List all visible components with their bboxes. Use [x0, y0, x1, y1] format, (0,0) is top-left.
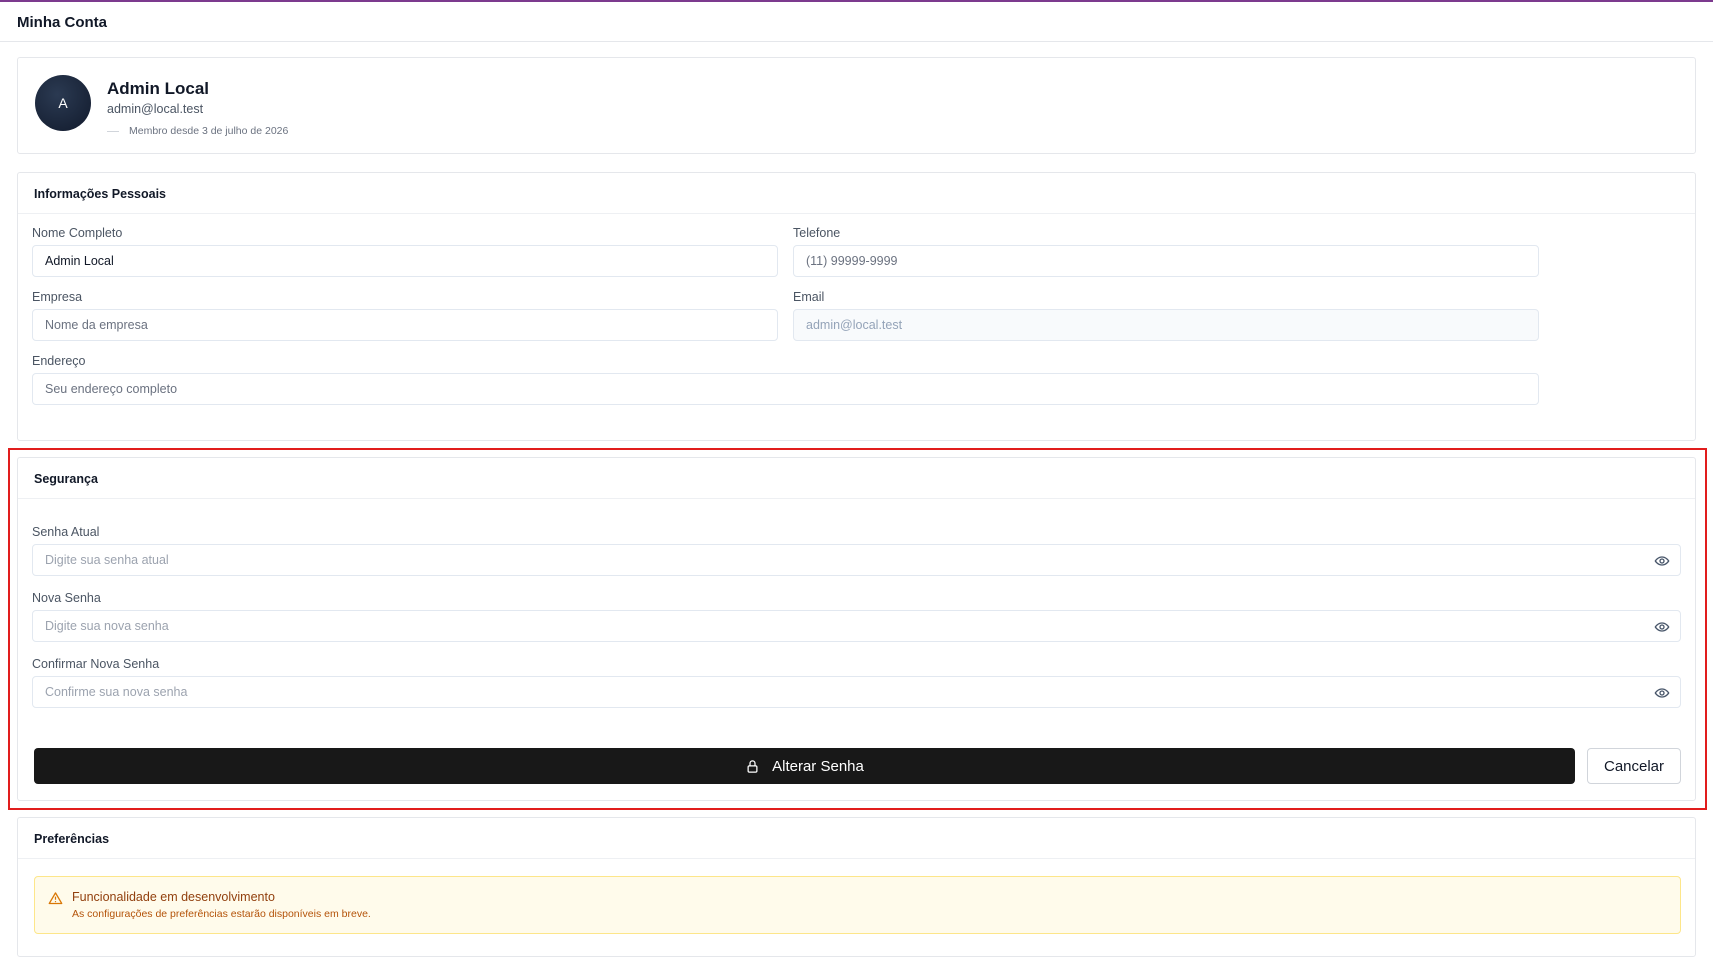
page-header: Minha Conta — [0, 2, 1713, 42]
preferences-card: Preferências Funcionalidade em desenvolv… — [17, 817, 1696, 957]
company-input[interactable]: Nome da empresa — [32, 309, 778, 341]
full-name-label: Nome Completo — [32, 226, 123, 240]
card-header: Segurança — [18, 458, 1695, 499]
alert-title: Funcionalidade em desenvolvimento — [72, 890, 275, 904]
member-since: Membro desde 3 de julho de 2026 — [107, 125, 288, 137]
security-card: Segurança Senha Atual Digite sua senha a… — [17, 457, 1696, 801]
new-password-label: Nova Senha — [32, 591, 101, 605]
avatar: A — [35, 75, 91, 131]
address-input[interactable]: Seu endereço completo — [32, 373, 1539, 405]
confirm-password-input[interactable]: Confirme sua nova senha — [32, 676, 1681, 708]
phone-placeholder: (11) 99999-9999 — [806, 254, 898, 268]
address-placeholder: Seu endereço completo — [45, 382, 178, 396]
company-placeholder: Nome da empresa — [45, 318, 148, 332]
preferences-title: Preferências — [34, 832, 110, 846]
personal-info-title: Informações Pessoais — [34, 187, 167, 201]
card-header: Preferências — [18, 818, 1695, 859]
confirm-password-placeholder: Confirme sua nova senha — [45, 685, 188, 699]
full-name-value: Admin Local — [45, 254, 114, 268]
divider — [107, 130, 119, 132]
profile-email: admin@local.test — [107, 102, 204, 116]
address-label: Endereço — [32, 354, 86, 368]
warning-triangle-icon — [48, 892, 63, 905]
current-password-input[interactable]: Digite sua senha atual — [32, 544, 1681, 576]
change-password-label: Alterar Senha — [772, 757, 864, 775]
eye-icon[interactable] — [1654, 553, 1670, 569]
new-password-placeholder: Digite sua nova senha — [45, 619, 169, 633]
member-since-text: Membro desde 3 de julho de 2026 — [129, 125, 289, 137]
phone-input[interactable]: (11) 99999-9999 — [793, 245, 1539, 277]
phone-label: Telefone — [793, 226, 841, 240]
security-title: Segurança — [34, 472, 98, 486]
new-password-input[interactable]: Digite sua nova senha — [32, 610, 1681, 642]
alert-text: As configurações de preferências estarão… — [72, 908, 371, 920]
eye-icon[interactable] — [1654, 685, 1670, 701]
change-password-button[interactable]: Alterar Senha — [34, 748, 1575, 784]
page-title: Minha Conta — [17, 14, 107, 31]
current-password-label: Senha Atual — [32, 525, 100, 539]
email-input: admin@local.test — [793, 309, 1539, 341]
personal-info-card: Informações Pessoais Nome Completo Admin… — [17, 172, 1696, 441]
profile-card: A Admin Local admin@local.test Membro de… — [17, 57, 1696, 154]
cancel-label: Cancelar — [1603, 757, 1665, 775]
lock-icon — [747, 759, 758, 773]
card-header: Informações Pessoais — [18, 173, 1695, 214]
cancel-button[interactable]: Cancelar — [1587, 748, 1681, 784]
confirm-password-label: Confirmar Nova Senha — [32, 657, 160, 671]
company-label: Empresa — [32, 290, 83, 304]
development-alert: Funcionalidade em desenvolvimento As con… — [34, 876, 1681, 934]
full-name-input[interactable]: Admin Local — [32, 245, 778, 277]
eye-icon[interactable] — [1654, 619, 1670, 635]
email-label: Email — [793, 290, 825, 304]
email-value: admin@local.test — [806, 318, 903, 332]
profile-name: Admin Local — [107, 79, 210, 98]
avatar-initial: A — [58, 95, 68, 111]
current-password-placeholder: Digite sua senha atual — [45, 553, 169, 567]
